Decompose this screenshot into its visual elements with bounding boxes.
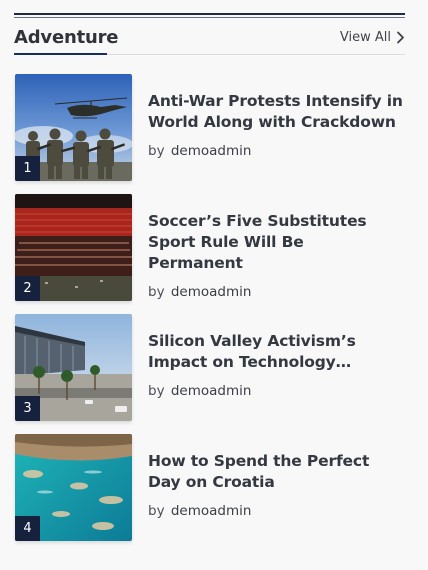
- post-text: Anti-War Protests Intensify in World Alo…: [148, 91, 403, 159]
- byline-prefix: by: [148, 383, 165, 399]
- byline-prefix: by: [148, 284, 165, 300]
- list-item: 3 Silicon Valley Activism’s Impact on Te…: [15, 314, 405, 434]
- post-title[interactable]: Silicon Valley Activism’s Impact on Tech…: [148, 331, 403, 373]
- post-title[interactable]: Anti-War Protests Intensify in World Alo…: [148, 91, 403, 133]
- byline-prefix: by: [148, 143, 165, 159]
- adventure-widget: Adventure View All: [14, 13, 405, 55]
- post-text: Soccer’s Five Substitutes Sport Rule Wil…: [148, 211, 403, 300]
- post-thumbnail[interactable]: 4: [15, 434, 132, 541]
- post-byline: by demoadmin: [148, 503, 403, 519]
- rank-badge: 4: [15, 516, 40, 541]
- view-all-link[interactable]: View All: [340, 27, 405, 45]
- title-underline: [14, 53, 107, 55]
- post-byline: by demoadmin: [148, 284, 403, 300]
- author-link[interactable]: demoadmin: [171, 503, 252, 519]
- byline-prefix: by: [148, 503, 165, 519]
- post-thumbnail[interactable]: 3: [15, 314, 132, 421]
- author-link[interactable]: demoadmin: [171, 383, 252, 399]
- post-thumbnail[interactable]: 1: [15, 74, 132, 181]
- post-byline: by demoadmin: [148, 143, 403, 159]
- author-link[interactable]: demoadmin: [171, 143, 252, 159]
- header-top-rule: [14, 13, 405, 15]
- post-byline: by demoadmin: [148, 383, 403, 399]
- post-list: 1 Anti-War Protests Intensify in World A…: [15, 74, 405, 554]
- view-all-label: View All: [339, 30, 391, 45]
- list-item: 4 How to Spend the Perfect Day on Croati…: [15, 434, 405, 554]
- rank-badge: 2: [15, 276, 40, 301]
- post-title[interactable]: How to Spend the Perfect Day on Croatia: [148, 451, 403, 493]
- post-thumbnail[interactable]: 2: [15, 194, 132, 301]
- rank-badge: 1: [15, 156, 40, 181]
- post-text: How to Spend the Perfect Day on Croatia …: [148, 451, 403, 519]
- widget-title: Adventure: [14, 26, 119, 48]
- list-item: 2 Soccer’s Five Substitutes Sport Rule W…: [15, 194, 405, 314]
- list-item: 1 Anti-War Protests Intensify in World A…: [15, 74, 405, 194]
- chevron-right-icon: [397, 31, 404, 44]
- post-title[interactable]: Soccer’s Five Substitutes Sport Rule Wil…: [148, 211, 403, 274]
- widget-header: Adventure View All: [14, 18, 405, 55]
- rank-badge: 3: [15, 396, 40, 421]
- post-text: Silicon Valley Activism’s Impact on Tech…: [148, 331, 403, 399]
- author-link[interactable]: demoadmin: [171, 284, 252, 300]
